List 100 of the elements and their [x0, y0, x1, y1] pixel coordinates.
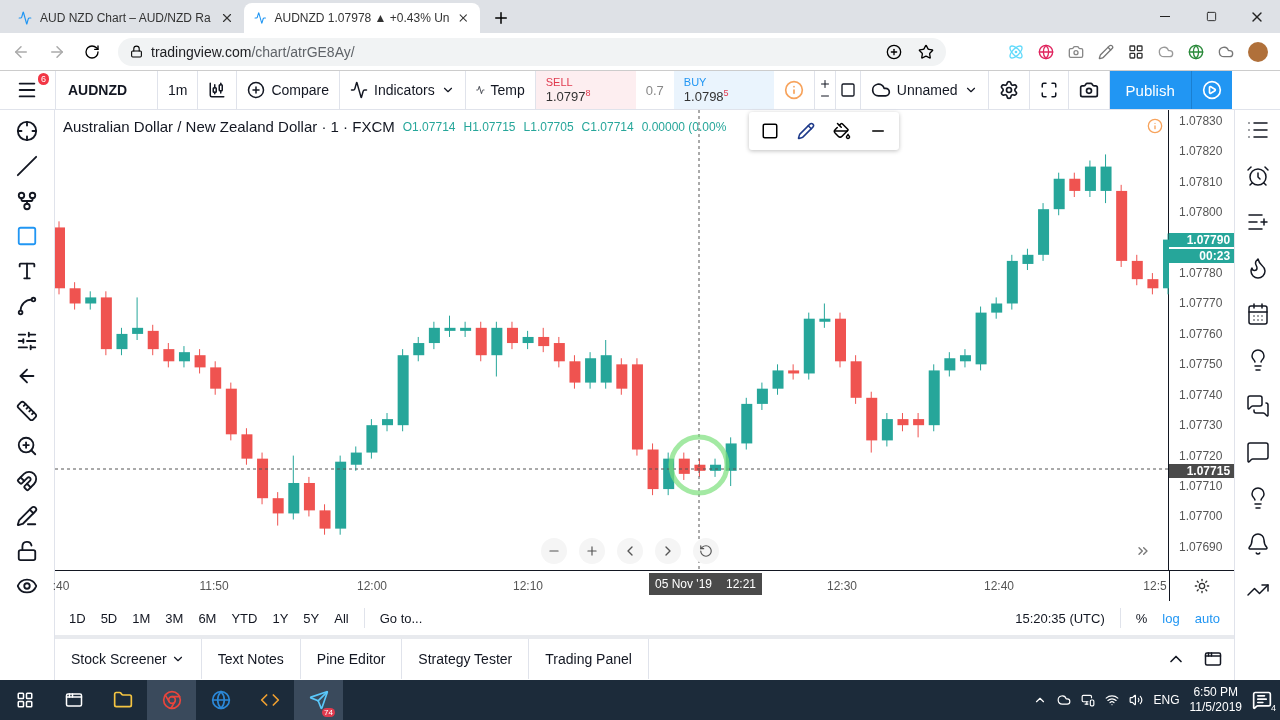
zoom-in-icon[interactable] [16, 435, 38, 457]
goto-button[interactable]: Go to... [379, 610, 423, 626]
url-text: tradingview.com/chart/atrGE8Ay/ [151, 43, 355, 60]
menu-button[interactable]: 6 [0, 71, 56, 109]
pencil-icon[interactable] [797, 122, 815, 140]
range-button[interactable]: 6M [198, 610, 217, 626]
pitchfork-icon[interactable] [16, 190, 38, 212]
candlestick [272, 491, 284, 527]
grid-icon[interactable] [1128, 43, 1144, 60]
buy-button[interactable]: BUY 1.0798$^{5}$ [673, 71, 774, 109]
candlestick [194, 348, 206, 374]
interval-button[interactable]: 1m [158, 71, 199, 109]
save-layout-button[interactable]: Unnamed [860, 71, 989, 109]
chat-icon[interactable] [1245, 440, 1270, 464]
magnet-icon[interactable] [16, 470, 38, 492]
price-tick: 1.07800 [1179, 206, 1223, 219]
panel-tab[interactable]: Strategy Tester [402, 639, 530, 679]
reload-icon[interactable] [84, 43, 100, 60]
camera-icon [1078, 80, 1099, 100]
clock-label[interactable]: 15:20:35 (UTC) [1015, 610, 1105, 626]
alarm-clock-icon[interactable] [1245, 164, 1270, 188]
symbol-button[interactable]: AUDNZD [56, 71, 158, 109]
address-field[interactable]: tradingview.com/chart/atrGE8Ay/ [118, 37, 946, 66]
globe-icon [210, 690, 231, 710]
clock[interactable]: 6:50 PM 11/5/2019 [1189, 685, 1242, 715]
candlestick [382, 412, 394, 432]
candles-icon [208, 81, 227, 99]
ohlc-value: O1.07714 [402, 119, 456, 134]
rectangle-icon[interactable] [761, 122, 779, 140]
star-icon[interactable] [918, 43, 934, 60]
pen-icon[interactable] [1098, 43, 1114, 60]
price-tick: 1.07690 [1179, 540, 1223, 553]
candlestick [116, 327, 128, 356]
range-button[interactable]: 1D [69, 610, 86, 626]
add-icon[interactable] [886, 43, 902, 60]
panel-tab[interactable]: Text Notes [201, 639, 301, 679]
price-tick: 1.07740 [1179, 388, 1223, 401]
candlestick [1069, 172, 1081, 198]
time-tick: 11:50 [199, 579, 229, 593]
play-icon [1201, 80, 1222, 100]
globe-icon[interactable] [1188, 43, 1204, 60]
range-button[interactable]: 5D [100, 610, 118, 626]
candlestick [69, 281, 81, 311]
reset-icon [699, 544, 713, 558]
globe-icon[interactable] [1038, 43, 1054, 60]
ohlc-value: L1.07705 [523, 119, 574, 134]
range-button[interactable]: 3M [165, 610, 184, 626]
language-label[interactable]: ENG [1153, 693, 1180, 707]
sliders-icon[interactable] [16, 330, 38, 352]
range-button[interactable]: 5Y [303, 610, 320, 626]
wifi-icon[interactable] [1105, 693, 1120, 707]
sell-button[interactable]: SELL 1.0797$^{8}$ [535, 71, 636, 109]
new-tab-icon[interactable] [492, 9, 510, 27]
fullscreen-icon [1039, 81, 1058, 99]
avatar[interactable] [1248, 41, 1268, 62]
chats-icon[interactable] [1245, 394, 1270, 418]
telegram-button[interactable]: 74 [294, 680, 343, 720]
browser-tab[interactable]: AUDNZD 1.07978 ▲ +0.43% Un [244, 3, 480, 33]
candlestick [178, 345, 190, 368]
panel-tab[interactable]: Stock Screener [55, 639, 202, 679]
indicators-button[interactable]: Indicators [340, 71, 466, 109]
maximize-icon[interactable] [1204, 650, 1222, 668]
volume-icon[interactable] [1129, 693, 1144, 707]
panel-tab[interactable]: Trading Panel [529, 639, 649, 679]
browser-tab[interactable]: AUD NZD Chart – AUD/NZD Ra [8, 3, 244, 33]
cloud-icon[interactable] [1057, 693, 1072, 707]
candlestick [553, 336, 565, 368]
compare-button[interactable]: Compare [237, 71, 341, 109]
candlestick [1022, 248, 1034, 271]
unlock-icon[interactable] [16, 540, 38, 562]
candlestick [85, 290, 97, 311]
templates-button[interactable]: Temp [465, 71, 536, 109]
add-icon [247, 81, 266, 99]
play-button[interactable] [1191, 71, 1232, 109]
reset-button[interactable] [693, 538, 719, 564]
ruler-icon[interactable] [16, 400, 38, 422]
range-button[interactable]: All [334, 610, 349, 626]
close-icon[interactable] [220, 11, 234, 25]
price-tick: 1.07810 [1179, 175, 1223, 188]
crosshair-icon[interactable] [16, 120, 38, 142]
curve-icon[interactable] [16, 295, 38, 317]
range-button[interactable]: YTD [231, 610, 258, 626]
zoom-in-button[interactable] [579, 538, 605, 564]
bell-icon[interactable] [1245, 532, 1270, 556]
network-icon[interactable] [1081, 693, 1096, 707]
pencil-icon[interactable] [16, 505, 38, 527]
panel-tab[interactable]: Pine Editor [300, 639, 403, 679]
fill-icon[interactable] [833, 122, 851, 140]
calendar-icon[interactable] [1245, 302, 1270, 326]
candlestick [772, 363, 784, 396]
text-icon[interactable] [16, 260, 38, 282]
percent-button[interactable]: % [1135, 610, 1148, 626]
range-button[interactable]: 1M [132, 610, 151, 626]
settings-icon[interactable] [1194, 578, 1210, 594]
minimize-icon [1160, 16, 1170, 17]
close-icon[interactable] [457, 11, 470, 25]
range-button[interactable]: 1Y [272, 610, 289, 626]
candlestick [538, 327, 550, 353]
camera-icon[interactable] [1068, 43, 1084, 60]
line-icon[interactable] [16, 155, 38, 177]
